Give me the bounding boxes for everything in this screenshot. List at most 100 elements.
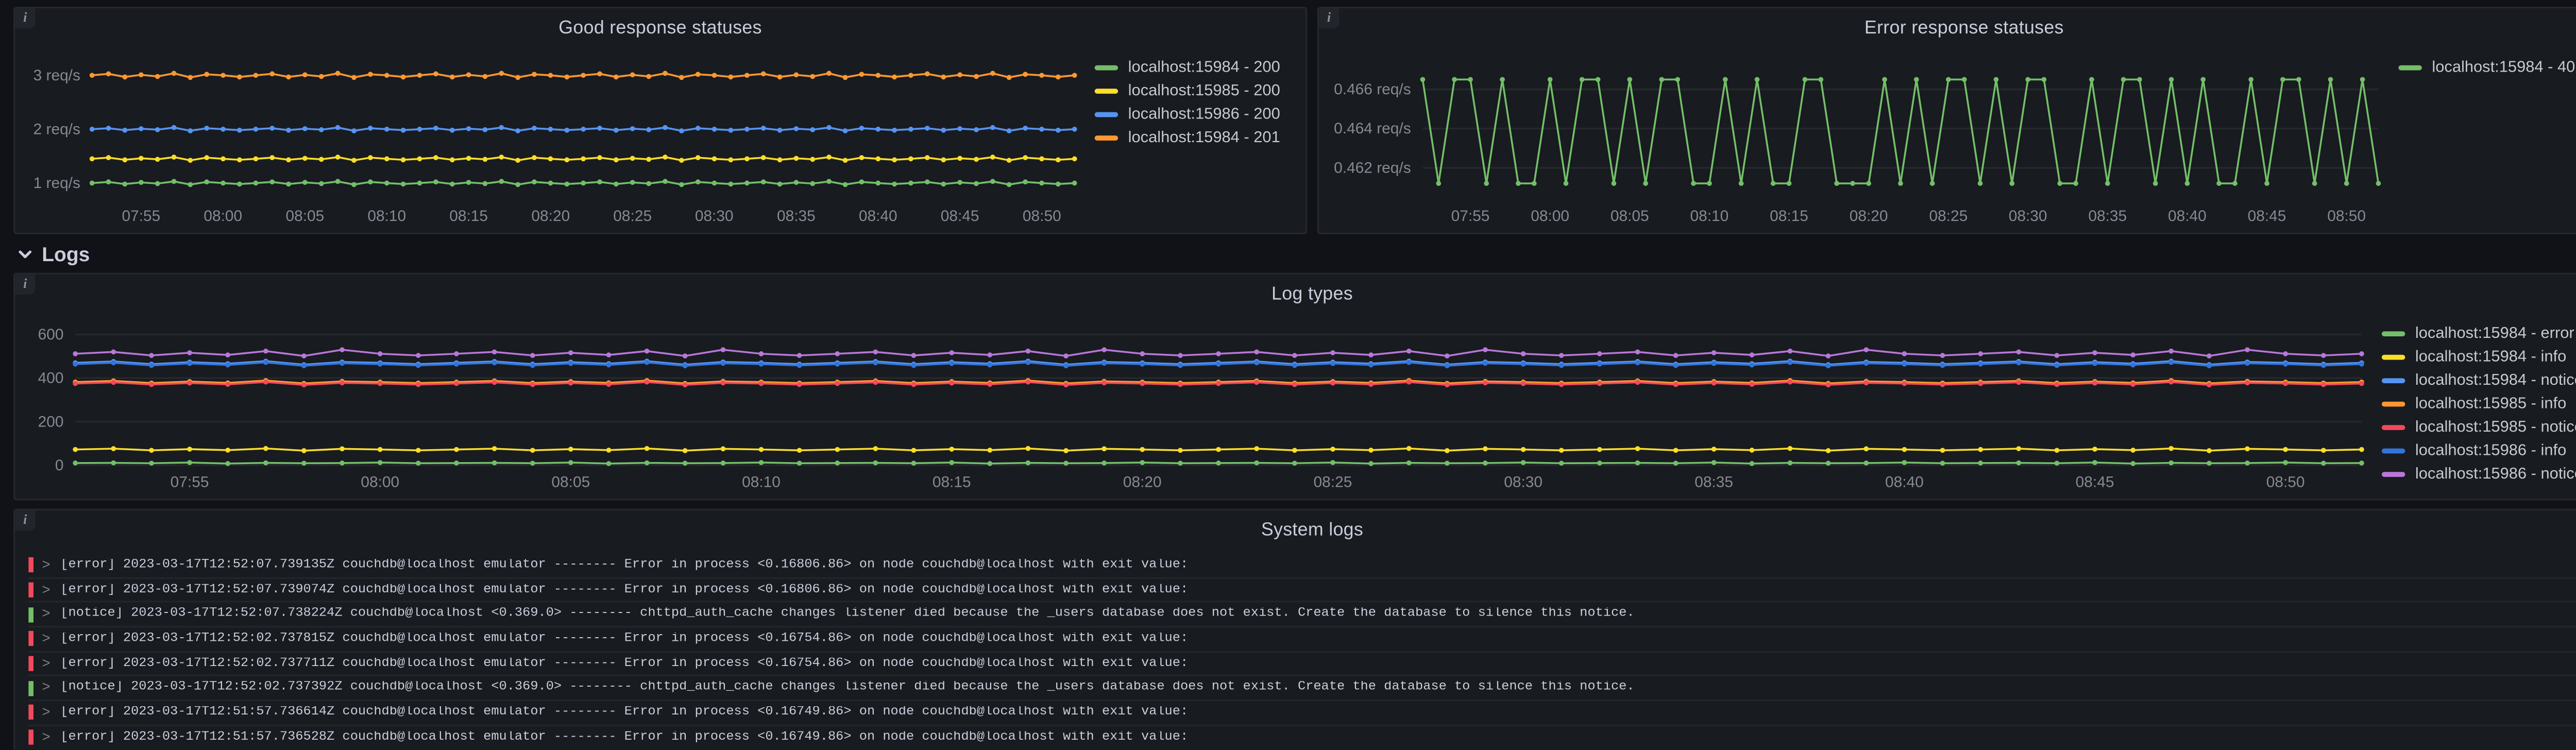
series-point [1930,181,1935,186]
series-point [1994,77,1999,82]
series-point [941,181,946,186]
log-row[interactable]: >[error] 2023-03-17T12:51:57.736528Z cou… [28,726,2576,750]
series-point [2169,77,2174,82]
series-point [1521,362,1526,367]
series-point [1007,128,1012,133]
series-point [728,157,734,162]
legend-item[interactable]: localhost:15984 - 401 [2398,55,2576,78]
legend-item[interactable]: localhost:15984 - info [2382,345,2576,368]
series-point [1072,127,1077,132]
x-tick-label: 08:30 [2009,208,2047,225]
log-expand-icon[interactable]: > [42,557,50,573]
series-point [797,461,802,466]
log-expand-icon[interactable]: > [42,729,50,745]
series-point [1711,460,1717,465]
system-logs-body[interactable]: > [error] 2023-03-17T12:52:07.739135Z cou… [28,554,2576,750]
series-point [1597,447,1602,452]
legend-label: localhost:15984 - info [2415,347,2566,366]
series-point [941,75,946,80]
legend-item[interactable]: localhost:15986 - notice [2382,462,2576,485]
series-point [368,72,373,77]
x-tick-label: 08:15 [933,473,971,490]
series-point [1559,353,1564,358]
panel-title[interactable]: System logs [15,520,2576,540]
log-row[interactable]: > [error] 2023-03-17T12:52:07.739135Z cou… [28,554,2576,578]
log-message: [error] 2023-03-17T12:52:07.739135Z couc… [60,559,1188,572]
log-row[interactable]: >[error] 2023-03-17T12:52:02.737815Z cou… [28,627,2576,652]
x-tick-label: 08:20 [1850,208,1888,225]
legend-label: localhost:15985 - notice [2415,418,2576,436]
series-point [1559,448,1564,453]
series-point [1834,181,1839,186]
x-tick-label: 08:45 [2076,473,2114,490]
x-tick-label: 08:40 [2168,208,2207,225]
series-point [1596,77,1601,82]
series-point [987,448,992,453]
log-expand-icon[interactable]: > [42,582,50,598]
legend-item[interactable]: localhost:15984 - error [2382,321,2576,345]
time-series-chart[interactable]: 0.462 req/s0.464 req/s0.466 req/s07:5508… [1329,48,2385,226]
series-point [2130,461,2136,466]
legend-label: localhost:15985 - 200 [1128,81,1280,100]
series-point [530,353,535,358]
series-point [663,179,668,184]
chart-svg: 1 req/s2 req/s3 req/s07:5508:0008:0508:1… [25,48,1081,226]
legend-item[interactable]: localhost:15985 - info [2382,391,2576,415]
log-row[interactable]: >[error] 2023-03-17T12:52:02.737711Z cou… [28,652,2576,677]
legend-item[interactable]: localhost:15986 - info [2382,438,2576,462]
series-point [340,461,345,466]
series-point [149,448,154,453]
legend-item[interactable]: localhost:15985 - 200 [1095,79,1296,102]
series-point [1559,461,1564,466]
series-point [645,446,650,451]
series-point [744,73,750,78]
series-point [679,182,684,187]
log-row[interactable]: >[error] 2023-03-17T12:52:07.739074Z cou… [28,578,2576,603]
series-point [492,446,497,451]
log-row[interactable]: >[notice] 2023-03-17T12:52:07.738224Z co… [28,603,2576,628]
series-point [1673,363,1679,368]
x-tick-label: 08:05 [551,473,590,490]
legend-item[interactable]: localhost:15984 - notice [2382,368,2576,391]
log-expand-icon[interactable]: > [42,655,50,672]
series-point [2153,181,2158,186]
series-point [187,460,192,465]
series-point [949,381,954,386]
series-point [630,126,635,131]
series-point [1216,447,1221,452]
log-expand-icon[interactable]: > [42,630,50,647]
panel-title[interactable]: Good response statuses [15,19,1306,39]
legend-item[interactable]: localhost:15984 - 200 [1095,55,1296,78]
row-logs-header[interactable]: Logs [16,240,2576,269]
series-point [340,347,345,352]
series-color-swatch [2382,471,2405,476]
series-point [263,446,268,451]
log-expand-icon[interactable]: > [42,606,50,623]
time-series-chart[interactable]: 020040060007:5508:0008:0508:1008:1508:20… [25,315,2368,492]
series-point [384,127,389,132]
log-row[interactable]: > [error] 2023-03-17T12:51:57.736614Z cou… [28,702,2576,726]
series-point [450,157,455,162]
legend-label: localhost:15984 - error [2415,324,2574,343]
series-point [859,72,865,77]
series-point [454,447,459,452]
series-point [302,180,308,185]
series-point [1056,128,1061,133]
legend-item[interactable]: localhost:15984 - 201 [1095,126,1296,149]
legend-item[interactable]: localhost:15986 - 200 [1095,102,1296,125]
log-expand-icon[interactable]: > [42,680,50,696]
log-row[interactable]: >[notice] 2023-03-17T12:52:02.737392Z co… [28,677,2576,702]
series-point [548,156,553,161]
time-series-chart[interactable]: 1 req/s2 req/s3 req/s07:5508:0008:0508:1… [25,48,1081,226]
series-point [1597,381,1602,386]
legend-label: localhost:15986 - info [2415,441,2566,459]
series-point [1755,77,1760,82]
legend-item[interactable]: localhost:15985 - notice [2382,415,2576,438]
log-message: [error] 2023-03-17T12:51:57.736614Z couc… [60,706,1188,720]
series-point [1826,363,1831,368]
panel-title[interactable]: Log types [15,284,2576,304]
series-point [1826,353,1831,359]
series-point [794,72,799,77]
panel-title[interactable]: Error response statuses [1319,19,2576,39]
log-expand-icon[interactable]: > [42,705,50,721]
